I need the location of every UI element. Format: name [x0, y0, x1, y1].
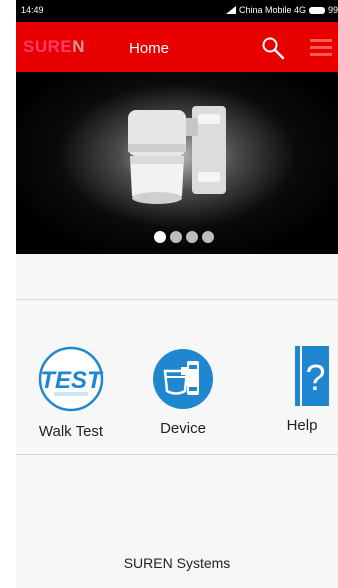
- status-right: China Mobile 4G 99: [225, 5, 338, 15]
- divider-top: [16, 299, 338, 300]
- carousel-dot[interactable]: [170, 231, 182, 243]
- status-time: 14:49: [21, 5, 44, 15]
- app-screen: 14:49 China Mobile 4G 99 SUREN Home TEST…: [16, 0, 338, 588]
- footer-text: SUREN Systems: [123, 555, 231, 571]
- carousel-dot[interactable]: [202, 231, 214, 243]
- app-bar: SUREN Home: [16, 22, 338, 72]
- carrier-label: China Mobile 4G: [238, 5, 306, 15]
- device-icon: [153, 349, 213, 409]
- menu-icon[interactable]: [310, 39, 332, 57]
- test-icon-text: TEST: [40, 367, 104, 394]
- carousel-dot[interactable]: [186, 231, 198, 243]
- signal-icon: [225, 6, 236, 14]
- help-icon-glyph: ?: [305, 357, 325, 398]
- device-button[interactable]: Device: [138, 346, 228, 437]
- device-label: Device: [160, 420, 206, 437]
- walk-test-button[interactable]: TEST Walk Test: [26, 346, 116, 440]
- help-icon: ?: [295, 346, 329, 406]
- camera-image: [128, 106, 226, 204]
- status-bar: 14:49 China Mobile 4G 99: [16, 0, 338, 22]
- help-button[interactable]: ? Help: [253, 346, 338, 434]
- walk-test-label: Walk Test: [38, 423, 104, 440]
- help-label: Help: [286, 417, 318, 434]
- battery-level: 99: [327, 5, 338, 15]
- frame-edge: [0, 0, 16, 588]
- test-icon: TEST: [38, 346, 104, 412]
- divider-bottom: [16, 454, 338, 455]
- search-icon[interactable]: [261, 36, 285, 60]
- brand-tail: N: [72, 37, 86, 56]
- carousel-dot[interactable]: [154, 231, 166, 243]
- battery-icon: [308, 6, 325, 14]
- brand-head: SURE: [23, 37, 73, 56]
- brand-logo[interactable]: SUREN: [23, 37, 85, 57]
- carousel-dots: [154, 231, 214, 243]
- banner-carousel[interactable]: [16, 72, 338, 254]
- page-title: Home: [129, 40, 170, 57]
